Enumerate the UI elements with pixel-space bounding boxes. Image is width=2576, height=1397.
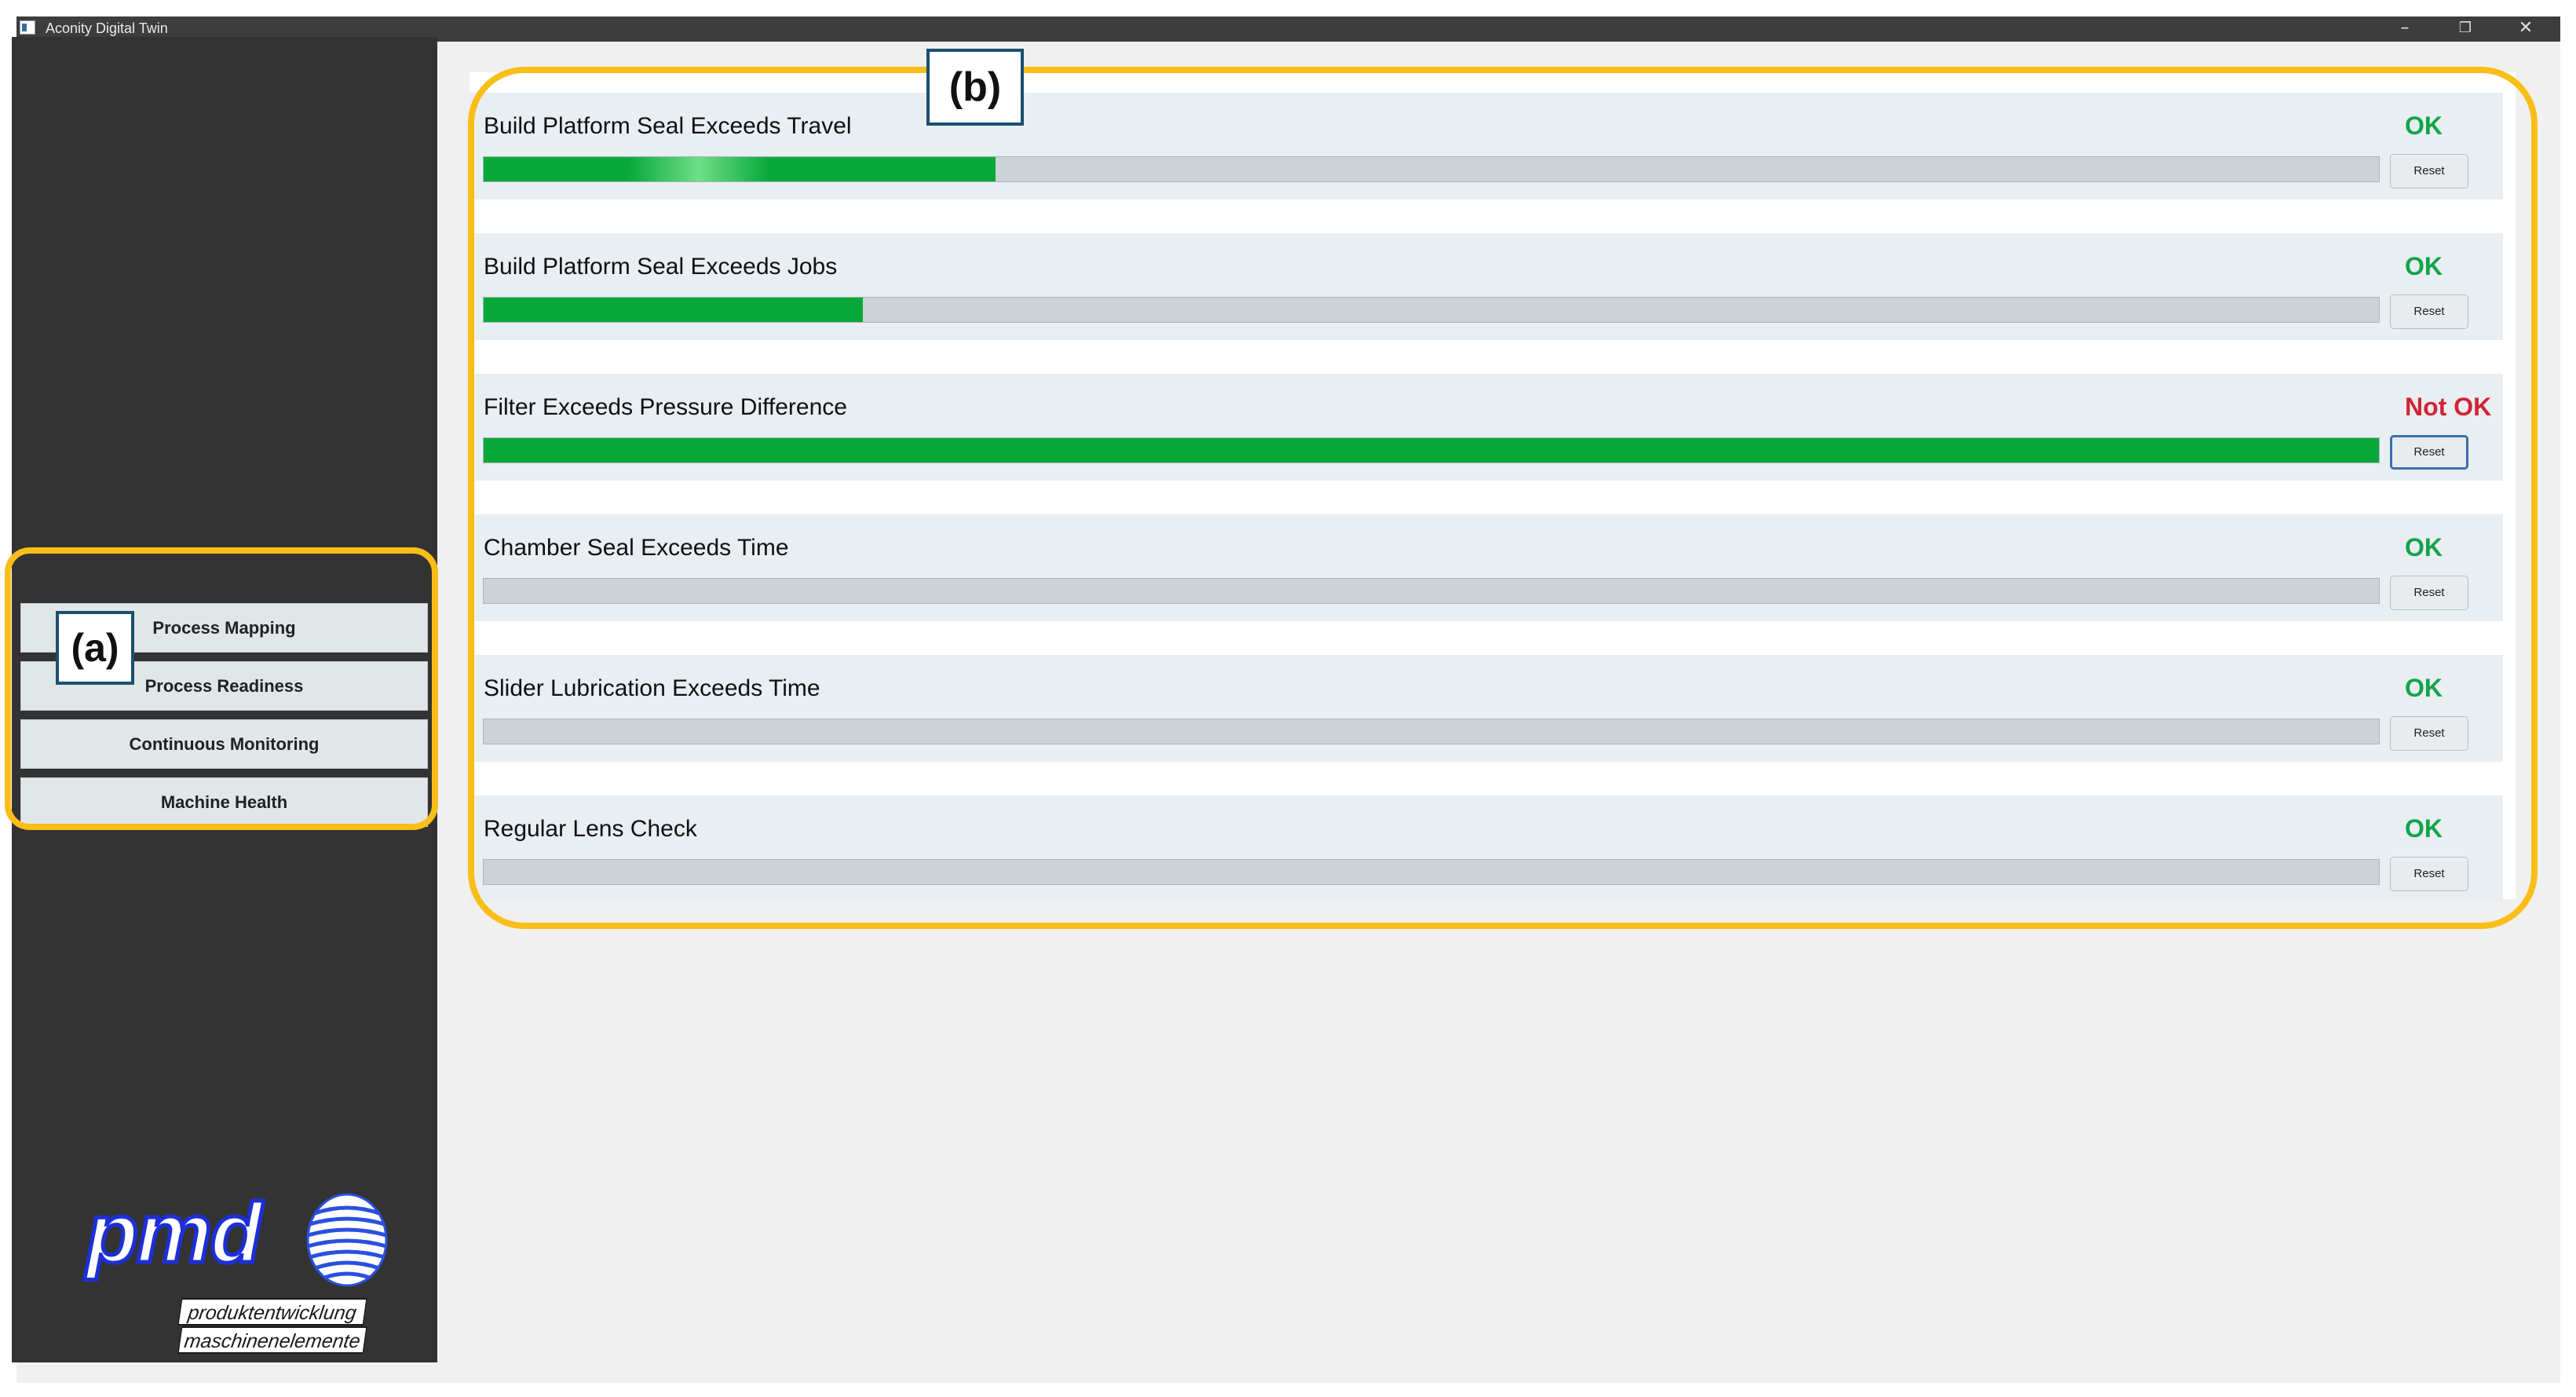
minimize-icon[interactable]: – bbox=[2381, 16, 2428, 42]
globe-icon bbox=[306, 1193, 388, 1287]
window-title: Aconity Digital Twin bbox=[46, 20, 168, 36]
callout-b-label: (b) bbox=[926, 49, 1024, 126]
callout-a-label: (a) bbox=[56, 611, 134, 685]
app-icon bbox=[20, 20, 35, 35]
callout-a-frame bbox=[5, 547, 438, 830]
restore-icon[interactable]: ❐ bbox=[2442, 16, 2489, 42]
callout-b-frame bbox=[468, 67, 2538, 929]
logo-wordmark: pmd bbox=[85, 1185, 265, 1280]
logo-tagline-2: maschinenelemente bbox=[177, 1326, 368, 1354]
close-icon[interactable]: ✕ bbox=[2502, 16, 2549, 42]
pmd-logo: pmd produktentwicklung maschinenelemente bbox=[85, 1185, 388, 1355]
logo-tagline-1: produktentwicklung bbox=[177, 1298, 368, 1326]
